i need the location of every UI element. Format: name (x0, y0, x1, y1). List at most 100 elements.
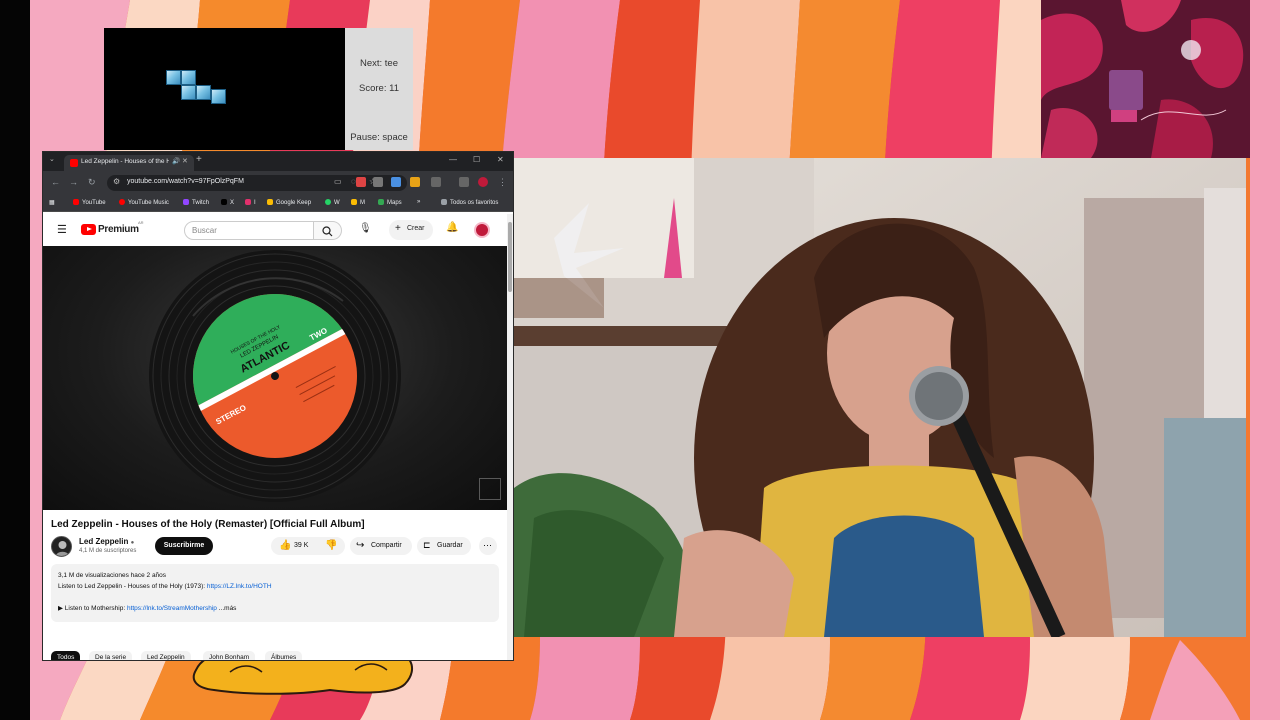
chip-series[interactable]: De la serie (89, 651, 133, 660)
youtube-bookmark-icon (73, 199, 79, 205)
folder-icon (441, 199, 447, 205)
search-icon (322, 226, 333, 237)
chip-albums[interactable]: Álbumes (265, 651, 303, 660)
tab-title: Led Zeppelin - Houses of the Holy (81, 158, 169, 165)
instagram-bookmark-icon (245, 199, 251, 205)
more-icon: ⋯ (483, 540, 492, 550)
bookmark-label: YouTube (82, 200, 106, 206)
search-button[interactable] (314, 221, 342, 240)
channel-name[interactable]: Led Zeppelin ● (79, 537, 134, 546)
bookmark-label: Twitch (192, 200, 210, 206)
bookmark-item[interactable]: W (325, 199, 340, 206)
description-stats: 3,1 M de visualizaciones hace 2 años (58, 572, 167, 579)
youtube-music-bookmark-icon (119, 199, 125, 205)
channel-name-text: Led Zeppelin (79, 537, 129, 546)
minimize-icon[interactable]: — (449, 155, 457, 164)
bookmark-item[interactable]: Twitch (183, 199, 209, 206)
user-avatar[interactable] (474, 222, 490, 238)
browser-window: ⌄ Led Zeppelin - Houses of the Holy 🔊 ✕ … (42, 151, 514, 661)
google-keep-bookmark-icon (267, 199, 273, 205)
bookmark-item[interactable]: Google Keep (267, 199, 311, 206)
bookmark-item[interactable]: YouTube Music (119, 199, 169, 206)
more-actions-button[interactable]: ⋯ (479, 537, 497, 555)
create-label: Crear (407, 225, 425, 232)
extension-icon[interactable] (391, 177, 401, 187)
video-player[interactable]: ATLANTIC LED ZEPPELIN HOUSES OF THE HOLY… (43, 246, 507, 510)
dislike-icon[interactable]: 👎 (325, 540, 337, 551)
tetris-block (166, 70, 181, 85)
save-button[interactable]: ⊏ Guardar (417, 537, 471, 555)
description-text: Listen to Led Zeppelin - Houses of the H… (58, 583, 207, 590)
sidebar-icon[interactable] (459, 177, 469, 187)
bookmark-label: M (360, 200, 365, 206)
reload-icon[interactable]: ↻ (88, 177, 96, 188)
extension-icon[interactable] (410, 177, 420, 187)
page-scrollbar[interactable] (507, 214, 513, 660)
tetris-board[interactable] (104, 28, 345, 150)
extension-icon[interactable] (356, 177, 366, 187)
more-bookmarks-icon[interactable]: » (417, 199, 420, 205)
chip-all[interactable]: Todos (51, 651, 81, 660)
notifications-bell-icon[interactable]: 🔔 (446, 222, 458, 233)
tetris-block (196, 85, 211, 100)
like-icon[interactable]: 👍 (279, 540, 291, 551)
bookmark-label: W (334, 200, 340, 206)
subscribe-button[interactable]: Suscribirme (155, 537, 213, 555)
audio-playing-icon[interactable]: 🔊 (172, 157, 180, 165)
tab-list-icon[interactable]: ⌄ (49, 155, 55, 163)
atlantic-watermark-icon (479, 478, 501, 500)
bookmark-item[interactable]: I (245, 199, 256, 206)
forward-icon[interactable]: → (69, 177, 78, 187)
browser-menu-icon[interactable]: ⋮ (498, 177, 507, 188)
chip-john-bonham[interactable]: John Bonham (203, 651, 256, 660)
bookmark-item[interactable]: Maps (378, 199, 402, 206)
like-dislike-group: 👍 39 K 👎 (271, 537, 345, 555)
cartoon-gif-overlay (1041, 0, 1250, 158)
bookmark-item[interactable]: YouTube (73, 199, 106, 206)
channel-avatar[interactable] (51, 536, 72, 557)
description-link[interactable]: https://lnk.to/StreamMothership (127, 605, 217, 612)
window-close-icon[interactable]: ✕ (497, 155, 504, 164)
scrollbar-thumb[interactable] (508, 222, 512, 292)
all-bookmarks-label: Todos os favoritos (450, 200, 499, 206)
back-icon[interactable]: ← (51, 177, 60, 187)
cast-icon[interactable]: ▭ (334, 177, 342, 186)
description-link[interactable]: https://LZ.lnk.to/HOTH (207, 583, 272, 590)
create-button[interactable]: + Crear (389, 220, 433, 240)
maps-bookmark-icon (378, 199, 384, 205)
tab-close-icon[interactable]: ✕ (182, 157, 188, 165)
browser-tab-active[interactable]: Led Zeppelin - Houses of the Holy 🔊 ✕ (64, 155, 194, 171)
maximize-icon[interactable]: ☐ (473, 155, 480, 164)
search-placeholder: Buscar (192, 226, 217, 235)
site-info-icon[interactable]: ⚙ (113, 177, 120, 186)
description-line: Listen to Led Zeppelin - Houses of the H… (58, 583, 272, 590)
apps-grid-icon[interactable]: ▦ (49, 199, 55, 206)
chip-led-zeppelin[interactable]: Led Zeppelin (141, 651, 191, 660)
m-bookmark-icon (351, 199, 357, 205)
video-description[interactable]: 3,1 M de visualizaciones hace 2 años Lis… (51, 564, 499, 622)
like-count[interactable]: 39 K (294, 542, 308, 549)
bookmark-label: Google Keep (276, 200, 312, 206)
youtube-logo-text[interactable]: Premium (98, 224, 139, 235)
bookmarks-bar: ▦ YouTube YouTube Music Twitch X I Googl… (43, 195, 513, 212)
extensions-puzzle-icon[interactable] (431, 177, 441, 187)
youtube-logo-icon[interactable] (81, 224, 96, 235)
show-more-link[interactable]: ...más (219, 605, 237, 612)
new-tab-icon[interactable]: + (196, 154, 202, 165)
all-bookmarks[interactable]: Todos os favoritos (441, 199, 498, 206)
microphone-icon[interactable]: 🎙 (359, 223, 372, 234)
profile-avatar-icon[interactable] (478, 177, 488, 187)
share-button[interactable]: ↪ Compartir (350, 537, 412, 555)
bookmark-icon: ⊏ (423, 540, 431, 550)
tetris-game[interactable]: Next: tee Score: 11 Pause: space (104, 28, 413, 150)
browser-toolbar: ← → ↻ ⚙ youtube.com/watch?v=97FpOlzPqFM … (43, 171, 513, 195)
search-input[interactable]: Buscar (184, 221, 314, 240)
country-code: AR (138, 220, 144, 225)
bookmark-item[interactable]: X (221, 199, 234, 206)
webcam-feed (514, 158, 1246, 637)
extension-icon[interactable] (373, 177, 383, 187)
bookmark-item[interactable]: M (351, 199, 365, 206)
save-label: Guardar (437, 542, 463, 549)
menu-hamburger-icon[interactable]: ☰ (57, 223, 67, 236)
tetris-score: Score: 11 (359, 83, 399, 94)
